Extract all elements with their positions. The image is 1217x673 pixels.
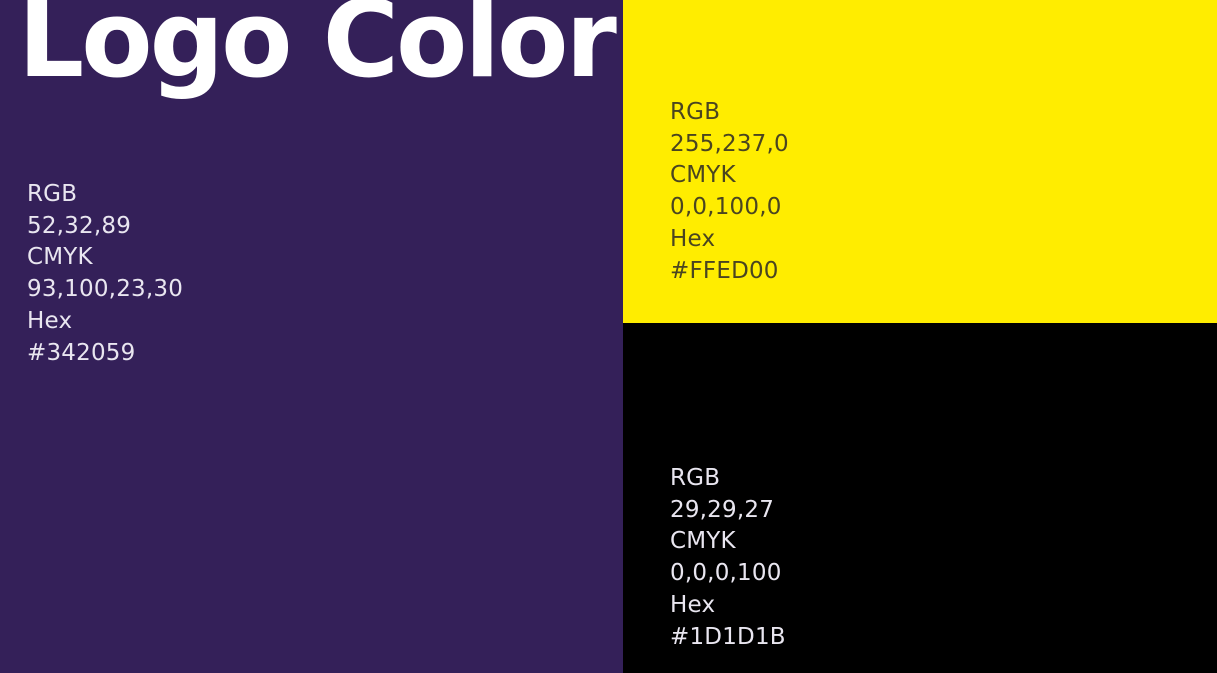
black-color-specs: RGB 29,29,27 CMYK 0,0,0,100 Hex #1D1D1B bbox=[670, 463, 786, 653]
cmyk-value: 0,0,0,100 bbox=[670, 560, 782, 587]
cmyk-label: CMYK bbox=[27, 244, 93, 271]
cmyk-label: CMYK bbox=[670, 162, 736, 189]
purple-swatch-panel: Logo Color RGB 52,32,89 CMYK 93,100,23,3… bbox=[0, 0, 623, 673]
page-title: Logo Color bbox=[18, 0, 617, 101]
hex-value: #1D1D1B bbox=[670, 623, 786, 650]
rgb-value: 255,237,0 bbox=[670, 130, 789, 157]
yellow-color-specs: RGB 255,237,0 CMYK 0,0,100,0 Hex #FFED00 bbox=[670, 97, 789, 287]
yellow-swatch-panel: RGB 255,237,0 CMYK 0,0,100,0 Hex #FFED00 bbox=[623, 0, 1217, 323]
hex-label: Hex bbox=[27, 307, 73, 334]
rgb-label: RGB bbox=[27, 181, 78, 207]
hex-value: #FFED00 bbox=[670, 257, 779, 284]
cmyk-label: CMYK bbox=[670, 528, 736, 555]
hex-label: Hex bbox=[670, 591, 716, 618]
hex-label: Hex bbox=[670, 225, 716, 252]
rgb-label: RGB bbox=[670, 465, 721, 491]
rgb-value: 52,32,89 bbox=[27, 212, 132, 239]
cmyk-value: 93,100,23,30 bbox=[27, 276, 184, 303]
rgb-value: 29,29,27 bbox=[670, 496, 775, 523]
hex-value: #342059 bbox=[27, 339, 136, 366]
cmyk-value: 0,0,100,0 bbox=[670, 194, 782, 221]
purple-color-specs: RGB 52,32,89 CMYK 93,100,23,30 Hex #3420… bbox=[27, 179, 183, 369]
black-swatch-panel: RGB 29,29,27 CMYK 0,0,0,100 Hex #1D1D1B bbox=[623, 323, 1217, 673]
rgb-label: RGB bbox=[670, 99, 721, 125]
